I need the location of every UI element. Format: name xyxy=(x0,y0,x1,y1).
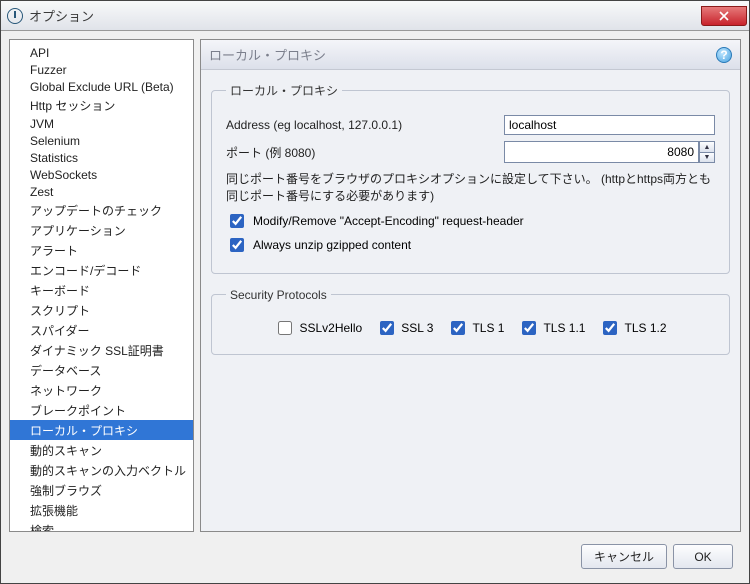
sidebar-item[interactable]: 強制ブラウズ xyxy=(10,480,193,500)
protocol-row: SSLv2Hello SSL 3 TLS 1 TLS 1.1 TLS 1.2 xyxy=(226,312,715,340)
main-panel: ローカル・プロキシ ? ローカル・プロキシ Address (eg localh… xyxy=(200,39,741,532)
sidebar-item[interactable]: スクリプト xyxy=(10,300,193,320)
sidebar-item[interactable]: ダイナミック SSL証明書 xyxy=(10,340,193,360)
modify-encoding-label: Modify/Remove "Accept-Encoding" request-… xyxy=(253,214,524,228)
sidebar-item[interactable]: データベース xyxy=(10,360,193,380)
local-proxy-legend: ローカル・プロキシ xyxy=(226,82,342,99)
protocol-label: SSLv2Hello xyxy=(299,321,362,335)
sidebar-item[interactable]: JVM xyxy=(10,115,193,132)
protocol-item: SSLv2Hello xyxy=(274,318,362,338)
protocol-item: SSL 3 xyxy=(376,318,433,338)
port-note: 同じポート番号をブラウザのプロキシオプションに設定して下さい。 (httpとht… xyxy=(226,171,715,205)
sidebar-item[interactable]: アラート xyxy=(10,240,193,260)
protocol-label: SSL 3 xyxy=(401,321,433,335)
address-label: Address (eg localhost, 127.0.0.1) xyxy=(226,118,496,132)
sidebar-item[interactable]: 動的スキャンの入力ベクトル xyxy=(10,460,193,480)
cancel-button[interactable]: キャンセル xyxy=(581,544,667,569)
sidebar-item[interactable]: ネットワーク xyxy=(10,380,193,400)
chk-unzip-row: Always unzip gzipped content xyxy=(226,235,715,255)
chk-modify-row: Modify/Remove "Accept-Encoding" request-… xyxy=(226,211,715,231)
sidebar-item[interactable]: キーボード xyxy=(10,280,193,300)
sidebar-item[interactable]: 動的スキャン xyxy=(10,440,193,460)
spinner-buttons: ▲ ▼ xyxy=(699,141,715,163)
sidebar-item[interactable]: Selenium xyxy=(10,132,193,149)
security-protocols-legend: Security Protocols xyxy=(226,288,331,302)
port-row: ポート (例 8080) ▲ ▼ xyxy=(226,141,715,163)
sidebar-item[interactable]: 検索 xyxy=(10,520,193,532)
protocol-checkbox[interactable] xyxy=(380,321,394,335)
sidebar-item[interactable]: Fuzzer xyxy=(10,61,193,78)
main-header: ローカル・プロキシ ? xyxy=(201,40,740,70)
port-spinner: ▲ ▼ xyxy=(504,141,715,163)
protocol-item: TLS 1.2 xyxy=(599,318,666,338)
page-title: ローカル・プロキシ xyxy=(209,45,326,64)
options-dialog: オプション APIFuzzerGlobal Exclude URL (Beta)… xyxy=(0,0,750,584)
ok-button[interactable]: OK xyxy=(673,544,733,569)
sidebar-item[interactable]: ブレークポイント xyxy=(10,400,193,420)
security-protocols-group: Security Protocols SSLv2Hello SSL 3 TLS 1 T… xyxy=(211,288,730,355)
protocol-label: TLS 1.2 xyxy=(624,321,666,335)
sidebar-item[interactable]: アプリケーション xyxy=(10,220,193,240)
sidebar-item[interactable]: 拡張機能 xyxy=(10,500,193,520)
zap-icon xyxy=(7,8,23,24)
client-area: APIFuzzerGlobal Exclude URL (Beta)Http セ… xyxy=(1,31,749,583)
main-body: ローカル・プロキシ Address (eg localhost, 127.0.0… xyxy=(201,70,740,531)
address-input[interactable] xyxy=(504,115,715,135)
protocol-checkbox[interactable] xyxy=(522,321,536,335)
sidebar-item[interactable]: Http セッション xyxy=(10,95,193,115)
protocol-item: TLS 1 xyxy=(447,318,504,338)
sidebar-item[interactable]: Statistics xyxy=(10,149,193,166)
local-proxy-group: ローカル・プロキシ Address (eg localhost, 127.0.0… xyxy=(211,82,730,274)
help-button[interactable]: ? xyxy=(716,47,732,63)
titlebar[interactable]: オプション xyxy=(1,1,749,31)
close-icon xyxy=(719,11,729,21)
address-row: Address (eg localhost, 127.0.0.1) xyxy=(226,115,715,135)
options-sidebar[interactable]: APIFuzzerGlobal Exclude URL (Beta)Http セ… xyxy=(9,39,194,532)
close-button[interactable] xyxy=(701,6,747,26)
window-title: オプション xyxy=(29,6,94,25)
sidebar-item[interactable]: スパイダー xyxy=(10,320,193,340)
port-down-button[interactable]: ▼ xyxy=(699,152,715,163)
protocol-checkbox[interactable] xyxy=(603,321,617,335)
port-up-button[interactable]: ▲ xyxy=(699,141,715,152)
protocol-label: TLS 1.1 xyxy=(543,321,585,335)
protocol-checkbox[interactable] xyxy=(278,321,292,335)
unzip-checkbox[interactable] xyxy=(230,238,244,252)
sidebar-item[interactable]: WebSockets xyxy=(10,166,193,183)
sidebar-item[interactable]: アップデートのチェック xyxy=(10,200,193,220)
protocol-label: TLS 1 xyxy=(472,321,504,335)
protocol-checkbox[interactable] xyxy=(451,321,465,335)
sidebar-item[interactable]: エンコード/デコード xyxy=(10,260,193,280)
protocol-item: TLS 1.1 xyxy=(518,318,585,338)
port-input[interactable] xyxy=(504,141,699,163)
sidebar-item[interactable]: Zest xyxy=(10,183,193,200)
unzip-label: Always unzip gzipped content xyxy=(253,238,411,252)
panels: APIFuzzerGlobal Exclude URL (Beta)Http セ… xyxy=(9,39,741,532)
footer: キャンセル OK xyxy=(9,538,741,575)
sidebar-item[interactable]: API xyxy=(10,44,193,61)
sidebar-item[interactable]: Global Exclude URL (Beta) xyxy=(10,78,193,95)
modify-encoding-checkbox[interactable] xyxy=(230,214,244,228)
help-icon: ? xyxy=(720,48,727,62)
sidebar-item[interactable]: ローカル・プロキシ xyxy=(10,420,193,440)
port-label: ポート (例 8080) xyxy=(226,144,496,161)
